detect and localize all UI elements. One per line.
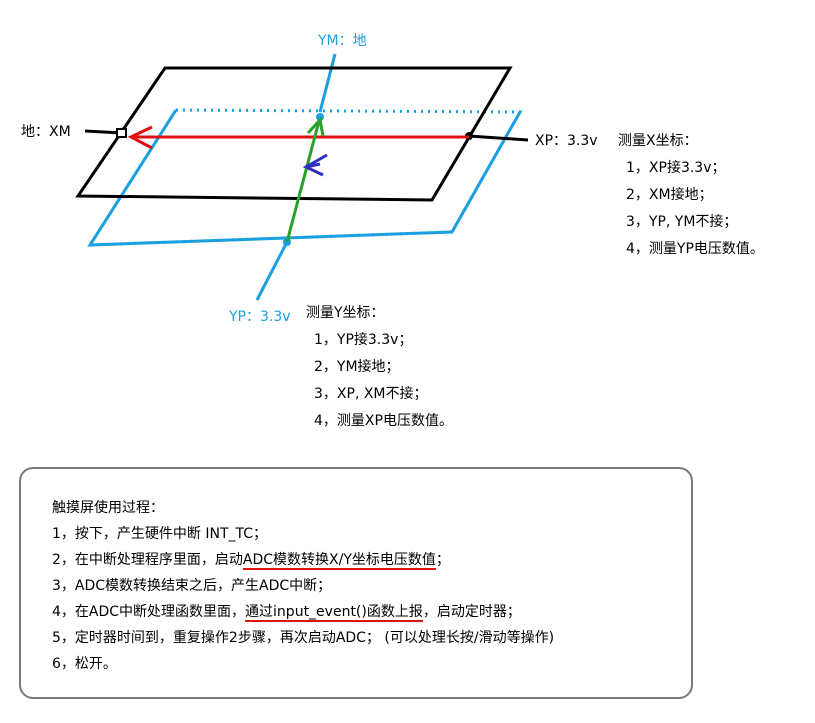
xp-label: XP：3.3v <box>535 133 598 149</box>
xm-terminal <box>116 128 127 138</box>
measure-x-step: 2，XM接地； <box>626 187 713 203</box>
process-step-4: 4，在ADC中断处理函数里面，通过input_event()函数上报，启动定时器… <box>52 599 554 625</box>
measure-y-step: 1，YP接3.3v； <box>314 332 413 348</box>
x-plate <box>75 66 513 202</box>
measure-y-step: 4，测量XP电压数值。 <box>314 413 453 429</box>
measure-x-step: 4，测量YP电压数值。 <box>626 241 764 257</box>
process-step-4-pre: 4，在ADC中断处理函数里面， <box>52 604 246 620</box>
measure-y-title: 测量Y坐标： <box>306 305 385 321</box>
diagram-canvas: YM：地 地：XM XP：3.3v YP：3.3v 测量X坐标： 1，XP接3.… <box>0 0 815 723</box>
xm-label: 地：XM <box>21 124 71 140</box>
process-step-3: 3，ADC模数转换结束之后，产生ADC中断； <box>52 578 332 594</box>
ym-label: YM：地 <box>318 33 367 49</box>
measure-y-block: 测量Y坐标： 1，YP接3.3v； 2，YM接地； 3，XP, XM不接； 4，… <box>306 300 453 435</box>
xp-wire <box>468 134 529 142</box>
measure-x-step: 1，XP接3.3v； <box>626 160 726 176</box>
x-arrow <box>127 125 469 150</box>
measure-x-block: 测量X坐标： 1，XP接3.3v； 2，XM接地； 3，YP, YM不接； 4，… <box>618 128 764 263</box>
process-step-2: 2，在中断处理程序里面，启动ADC模数转换X/Y坐标电压数值； <box>52 547 554 573</box>
process-step-4-post: ，启动定时器； <box>422 604 521 620</box>
process-step-2-pre: 2，在中断处理程序里面，启动 <box>52 552 243 568</box>
process-step-6: 6，松开。 <box>52 656 117 672</box>
measure-x-step: 3，YP, YM不接； <box>626 214 738 230</box>
process-text: 触摸屏使用过程： 1，按下，产生硬件中断 INT_TC； 2，在中断处理程序里面… <box>52 495 554 677</box>
process-step-1: 1，按下，产生硬件中断 INT_TC； <box>52 526 268 542</box>
yp-wire <box>255 241 289 301</box>
process-step-4-highlight: 通过input_event()函数上报 <box>245 604 423 620</box>
process-step-5: 5，定时器时间到，重复操作2步骤，再次启动ADC； (可以处理长按/滑动等操作) <box>52 630 555 646</box>
ym-wire <box>318 53 337 113</box>
measure-y-step: 3，XP, XM不接； <box>314 386 428 402</box>
process-step-2-highlight: ADC模数转换X/Y坐标电压数值 <box>242 552 436 568</box>
yp-label: YP：3.3v <box>229 309 291 325</box>
measure-y-step: 2，YM接地； <box>314 359 400 375</box>
measure-x-title: 测量X坐标： <box>618 133 698 149</box>
process-step-2-post: ； <box>435 552 450 568</box>
process-title: 触摸屏使用过程： <box>52 500 164 516</box>
